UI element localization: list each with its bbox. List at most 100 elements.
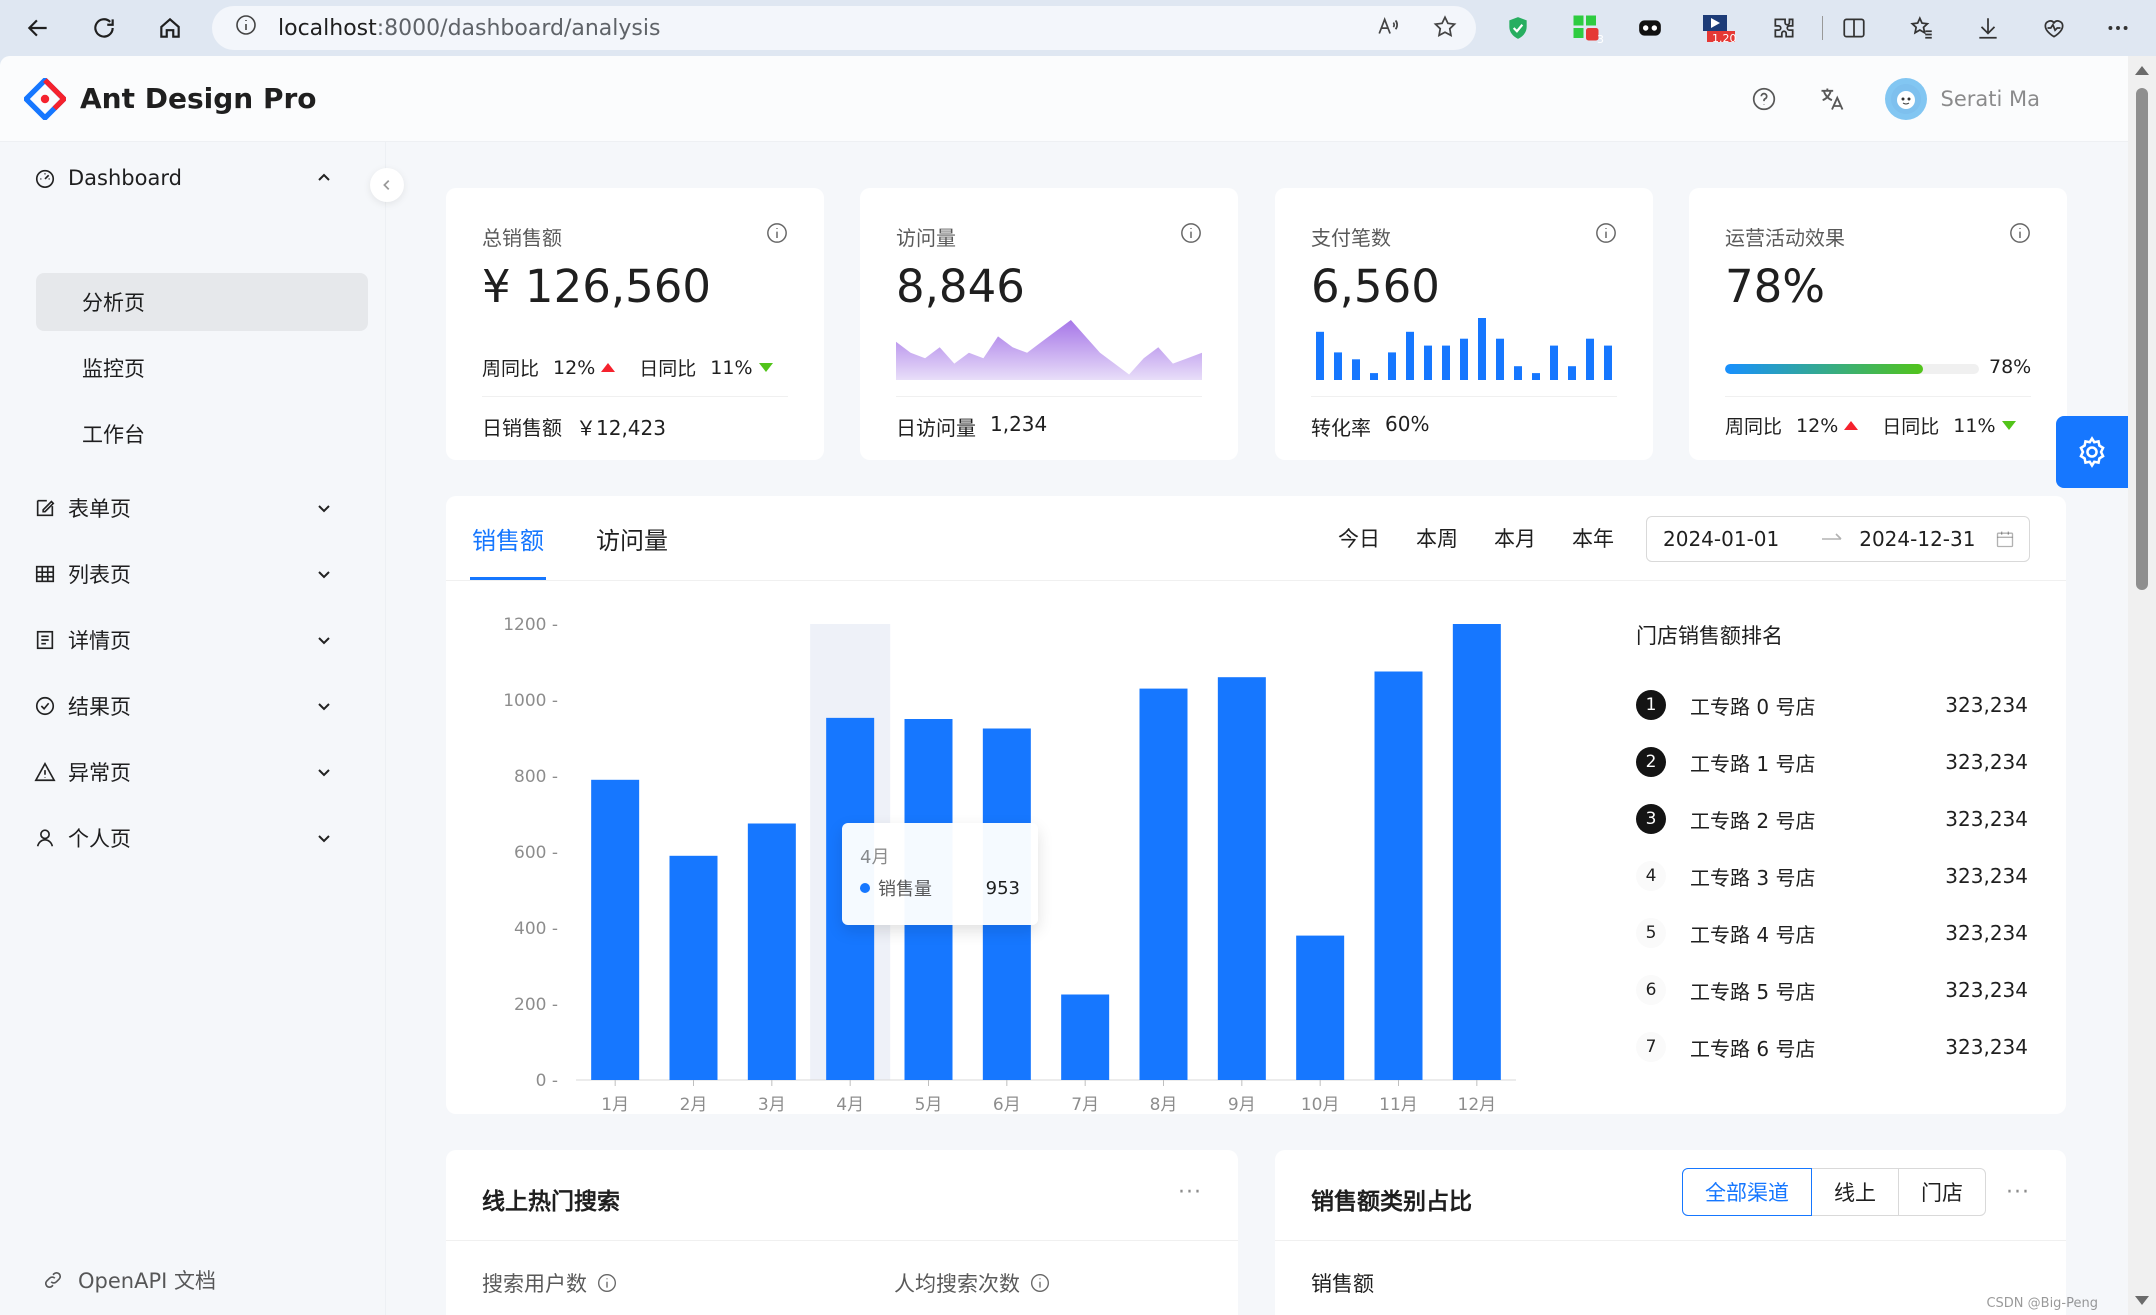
chart-tooltip: 4月 销售量 953	[842, 823, 1038, 925]
scroll-down-icon[interactable]	[2135, 1296, 2149, 1305]
site-info-icon[interactable]	[234, 13, 258, 43]
tab-sales[interactable]: 销售额	[470, 496, 546, 580]
logo[interactable]: Ant Design Pro	[24, 77, 317, 120]
chevron-down-icon	[318, 505, 330, 513]
date-start[interactable]: 2024-01-01	[1663, 527, 1779, 551]
y-tick-label: 200 -	[514, 995, 558, 1015]
sidebar-item-list[interactable]: 列表页	[34, 546, 354, 602]
range-year[interactable]: 本年	[1572, 523, 1614, 553]
back-icon[interactable]	[10, 0, 66, 56]
range-week[interactable]: 本周	[1416, 523, 1458, 553]
performance-icon[interactable]	[2036, 10, 2072, 46]
sidebar-item-form[interactable]: 表单页	[34, 480, 354, 536]
question-circle-icon[interactable]	[1749, 84, 1779, 114]
channel-all[interactable]: 全部渠道	[1682, 1168, 1812, 1216]
reload-icon[interactable]	[76, 0, 132, 56]
sales-bar[interactable]	[1374, 671, 1423, 1081]
grid-extension-icon[interactable]: 3	[1568, 10, 1604, 46]
sidebar-collapse-button[interactable]	[370, 168, 404, 202]
stat-value: 6,560	[1311, 260, 1440, 313]
sidebar-item-dashboard[interactable]: Dashboard	[34, 150, 354, 206]
downloads-icon[interactable]	[1970, 10, 2006, 46]
sidebar-item-profile[interactable]: 详情页	[34, 612, 354, 668]
rank-store-name: 工专路 1 号店	[1690, 751, 1816, 776]
info-icon[interactable]	[2009, 222, 2031, 244]
info-icon[interactable]	[1030, 1273, 1050, 1293]
info-icon[interactable]	[766, 222, 788, 244]
sales-bar[interactable]	[669, 855, 718, 1080]
app-window: Ant Design Pro Serati Ma Dashboard 分析页 监…	[0, 56, 2128, 1315]
browser-toolbar: localhost:8000/dashboard/analysis 3 1.20	[0, 0, 2156, 56]
translation-icon[interactable]	[1817, 84, 1847, 114]
divider	[896, 396, 1202, 397]
sidebar-item-workplace[interactable]: 工作台	[36, 405, 368, 463]
stat-card-operations: 运营活动效果 78% 78% 周同比 12% 日同比 11%	[1689, 188, 2067, 460]
sidebar-item-label: 详情页	[68, 629, 131, 653]
page-scrollbar[interactable]	[2128, 56, 2156, 1315]
mask-extension-icon[interactable]	[1632, 10, 1668, 46]
sidebar-item-monitor[interactable]: 监控页	[36, 339, 368, 397]
avatar[interactable]	[1884, 78, 1927, 120]
payment-bar	[1424, 345, 1432, 380]
divider	[1725, 396, 2031, 397]
openapi-label: OpenAPI 文档	[78, 1269, 216, 1293]
sales-bar[interactable]	[591, 779, 640, 1080]
info-icon[interactable]	[1595, 222, 1617, 244]
stat-title: 运营活动效果	[1725, 226, 1845, 250]
scroll-up-icon[interactable]	[2135, 66, 2149, 75]
x-tick-label: 12月	[1458, 1095, 1497, 1114]
x-tick-label: 3月	[758, 1095, 786, 1114]
sidebar-item-label: 监控页	[82, 357, 145, 381]
payment-bar	[1442, 345, 1450, 380]
home-icon[interactable]	[142, 0, 198, 56]
range-today[interactable]: 今日	[1338, 523, 1380, 553]
sidebar-item-exception[interactable]: 异常页	[34, 744, 354, 800]
x-tick-label: 8月	[1150, 1095, 1178, 1114]
rank-row: 2 工专路 1 号店 323,234	[1636, 745, 2028, 779]
channel-online[interactable]: 线上	[1811, 1168, 1899, 1216]
sales-bar[interactable]	[747, 823, 796, 1081]
favorites-icon[interactable]	[1904, 10, 1940, 46]
payments-bar-chart	[1316, 318, 1612, 380]
address-bar[interactable]: localhost:8000/dashboard/analysis	[212, 6, 1476, 50]
read-aloud-icon[interactable]	[1376, 14, 1402, 46]
more-icon[interactable]: ···	[1178, 1180, 1202, 1205]
openapi-link[interactable]: OpenAPI 文档	[42, 1265, 216, 1295]
scroll-thumb[interactable]	[2136, 88, 2148, 590]
sales-bar[interactable]	[1139, 688, 1188, 1080]
favorite-star-icon[interactable]	[1432, 14, 1458, 46]
settings-drawer-button[interactable]	[2056, 416, 2128, 488]
video-speed-extension-icon[interactable]: 1.20	[1696, 10, 1740, 46]
shield-extension-icon[interactable]	[1500, 10, 1536, 46]
channel-store[interactable]: 门店	[1898, 1168, 1986, 1216]
date-end[interactable]: 2024-12-31	[1859, 527, 1975, 551]
tab-visits[interactable]: 访问量	[594, 496, 670, 580]
sales-bar[interactable]	[1217, 677, 1266, 1080]
y-tick-label: 400 -	[514, 919, 558, 939]
stat-title: 支付笔数	[1311, 226, 1391, 250]
sidebar-item-account[interactable]: 个人页	[34, 810, 354, 866]
progress-track	[1725, 364, 1979, 374]
sales-bar[interactable]	[1296, 935, 1345, 1080]
sidebar-item-result[interactable]: 结果页	[34, 678, 354, 734]
info-icon[interactable]	[1180, 222, 1202, 244]
puzzle-extensions-icon[interactable]	[1766, 10, 1802, 46]
more-menu-icon[interactable]	[2100, 10, 2136, 46]
username[interactable]: Serati Ma	[1941, 87, 2040, 111]
sidebar-item-analysis[interactable]: 分析页	[36, 273, 368, 331]
label-text: 搜索用户数	[482, 1272, 587, 1296]
arrow-right-icon	[1822, 533, 1842, 540]
date-range-picker[interactable]: 2024-01-01 2024-12-31	[1646, 516, 2030, 562]
info-icon[interactable]	[597, 1273, 617, 1293]
stat-title: 访问量	[896, 226, 956, 250]
sales-category-card: 销售额类别占比 全部渠道 线上 门店 ··· 销售额	[1275, 1150, 2066, 1315]
x-tick-label: 5月	[915, 1095, 943, 1114]
sales-bar[interactable]	[1061, 994, 1110, 1081]
sales-bar[interactable]	[1452, 624, 1501, 1080]
stat-footer: 转化率 60%	[1311, 412, 1429, 441]
card-title: 销售额类别占比	[1311, 1189, 1472, 1215]
range-month[interactable]: 本月	[1494, 523, 1536, 553]
more-icon[interactable]: ···	[2006, 1180, 2030, 1205]
trend-row: 周同比 12% 日同比 11%	[482, 354, 773, 381]
split-screen-icon[interactable]	[1836, 10, 1872, 46]
